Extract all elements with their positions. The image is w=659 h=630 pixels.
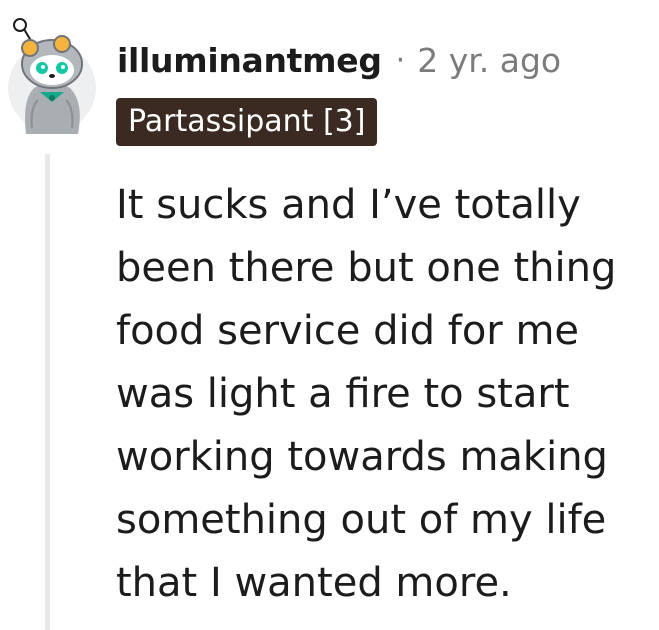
separator-dot: · — [395, 42, 406, 78]
timestamp[interactable]: 2 yr. ago — [417, 41, 561, 80]
thread-line[interactable] — [45, 154, 50, 630]
snoo-avatar-icon[interactable] — [4, 16, 100, 134]
username[interactable]: illuminantmeg — [117, 41, 382, 80]
comment-header: illuminantmeg · 2 yr. ago — [117, 38, 561, 82]
user-flair: Partassipant [3] — [116, 98, 378, 146]
comment-body: It sucks and I’ve totally been there but… — [116, 182, 617, 606]
